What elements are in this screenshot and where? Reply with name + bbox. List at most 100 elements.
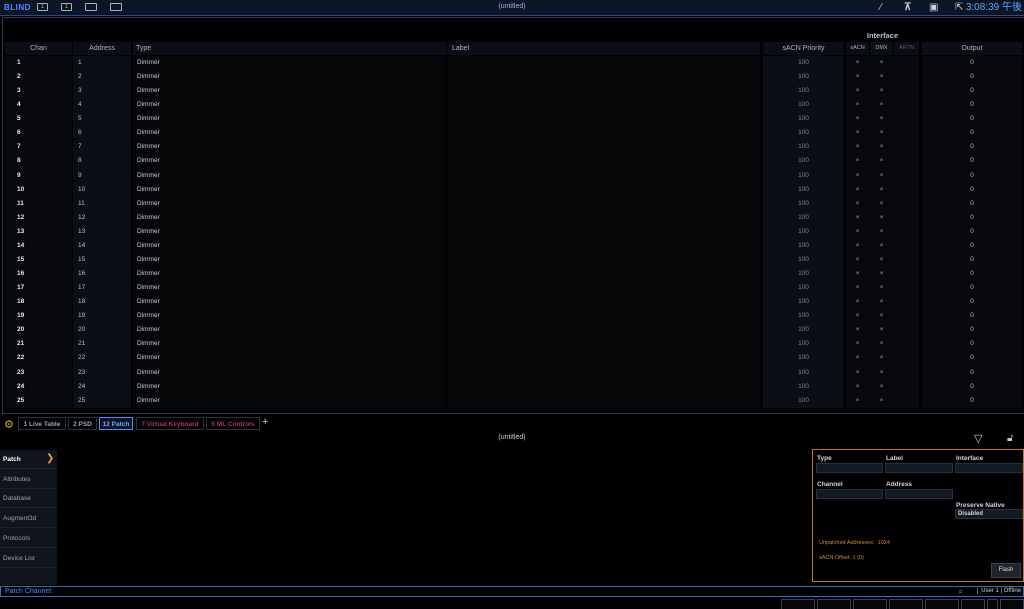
cell-address: 7 xyxy=(78,143,82,151)
cell-label xyxy=(451,98,751,111)
col-output[interactable]: Output xyxy=(922,42,1022,55)
tab-4[interactable]: 7 Virtual Keyboard xyxy=(136,417,204,430)
col-label-header[interactable]: Label xyxy=(447,42,760,55)
table-row[interactable]: 4 4 Dimmer 100 × × 0 xyxy=(0,98,1024,112)
cell-label xyxy=(451,281,751,294)
table-row[interactable]: 20 20 Dimmer 100 × × 0 xyxy=(0,323,1024,337)
table-row[interactable]: 14 14 Dimmer 100 × × 0 xyxy=(0,239,1024,253)
lock-icon[interactable]: 🔓︎ xyxy=(1007,433,1013,444)
table-row[interactable]: 5 5 Dimmer 100 × × 0 xyxy=(0,112,1024,126)
gear-icon[interactable]: ⚙ xyxy=(4,418,14,431)
cell-dmx: × xyxy=(879,227,884,235)
cell-chan: 21 xyxy=(17,340,25,348)
table-row[interactable]: 13 13 Dimmer 100 × × 0 xyxy=(0,225,1024,239)
type-field[interactable] xyxy=(816,463,883,473)
filter-icon[interactable]: ▽ xyxy=(974,432,982,445)
cell-chan: 9 xyxy=(17,171,21,179)
interface-field[interactable] xyxy=(955,463,1023,473)
col-artn[interactable]: ARTN xyxy=(894,42,919,55)
softkey-1[interactable] xyxy=(781,599,815,609)
table-row[interactable]: 18 18 Dimmer 100 × × 0 xyxy=(0,295,1024,309)
softkey-6[interactable] xyxy=(961,599,985,609)
sidebar-item-protocols[interactable]: Protocols xyxy=(0,529,57,548)
softkey-5[interactable] xyxy=(925,599,959,609)
command-line[interactable]: Patch Channel: ⌕ User 1 | Offline xyxy=(0,586,1024,597)
cell-chan: 23 xyxy=(17,368,25,376)
softkey-8[interactable] xyxy=(1000,599,1024,609)
table-row[interactable]: 17 17 Dimmer 100 × × 0 xyxy=(0,281,1024,295)
table-row[interactable]: 3 3 Dimmer 100 × × 0 xyxy=(0,84,1024,98)
cell-sacn: × xyxy=(855,143,860,151)
cell-chan: 15 xyxy=(17,255,25,263)
cell-dmx: × xyxy=(879,157,884,165)
cell-sacn: × xyxy=(855,227,860,235)
cell-sacn: × xyxy=(855,59,860,66)
col-sacn[interactable]: sACN xyxy=(846,42,869,55)
tab-3[interactable]: 12 Patch xyxy=(99,417,133,430)
search-icon[interactable]: ⌕ xyxy=(959,587,963,597)
cell-sacn: × xyxy=(855,354,860,362)
address-field[interactable] xyxy=(885,489,953,499)
cell-dmx: × xyxy=(879,171,884,179)
table-row[interactable]: 11 11 Dimmer 100 × × 0 xyxy=(0,197,1024,211)
cell-address: 6 xyxy=(78,129,82,137)
table-row[interactable]: 2 2 Dimmer 100 × × 0 xyxy=(0,70,1024,84)
sidebar-item-augment3d[interactable]: Augment3d xyxy=(0,509,57,529)
cell-type: Dimmer xyxy=(137,312,160,320)
tab-1[interactable]: 1 Live Table xyxy=(18,417,66,430)
col-address[interactable]: Address xyxy=(73,42,131,55)
table-row[interactable]: 25 25 Dimmer 100 × × 0 xyxy=(0,394,1024,408)
cell-label xyxy=(451,56,751,69)
camera-icon[interactable]: ▣ xyxy=(929,1,938,14)
cell-chan: 1 xyxy=(17,59,21,66)
table-row[interactable]: 24 24 Dimmer 100 × × 0 xyxy=(0,380,1024,394)
table-row[interactable]: 8 8 Dimmer 100 × × 0 xyxy=(0,154,1024,168)
cell-priority: 100 xyxy=(798,368,809,376)
table-row[interactable]: 19 19 Dimmer 100 × × 0 xyxy=(0,309,1024,323)
preserve-native-label: Preserve Native xyxy=(956,502,1005,509)
table-row[interactable]: 23 23 Dimmer 100 × × 0 xyxy=(0,366,1024,380)
channel-field[interactable] xyxy=(816,489,883,499)
softkey-4[interactable] xyxy=(889,599,923,609)
sidebar-item-database[interactable]: Database xyxy=(0,489,57,509)
stage-icon[interactable]: ⊼ xyxy=(904,1,911,14)
table-row[interactable]: 15 15 Dimmer 100 × × 0 xyxy=(0,253,1024,267)
cell-chan: 3 xyxy=(17,87,21,95)
table-row[interactable]: 22 22 Dimmer 100 × × 0 xyxy=(0,351,1024,365)
sidebar-item-device-list[interactable]: Device List xyxy=(0,549,57,568)
share-icon[interactable]: ⇱ xyxy=(955,1,963,14)
softkey-7[interactable] xyxy=(987,599,998,609)
table-row[interactable]: 21 21 Dimmer 100 × × 0 xyxy=(0,337,1024,351)
cell-dmx: × xyxy=(879,59,884,66)
sidebar-item-attributes[interactable]: Attributes xyxy=(0,470,57,489)
label-field[interactable] xyxy=(885,463,953,473)
tab-2[interactable]: 2 PSD xyxy=(68,417,97,430)
cell-dmx: × xyxy=(879,87,884,95)
softkey-3[interactable] xyxy=(853,599,887,609)
softkey-2[interactable] xyxy=(817,599,851,609)
cell-type: Dimmer xyxy=(137,143,160,151)
cell-address: 20 xyxy=(78,326,86,334)
table-row[interactable]: 7 7 Dimmer 100 × × 0 xyxy=(0,140,1024,154)
table-row[interactable]: 1 1 Dimmer 100 × × 0 xyxy=(0,56,1024,70)
preserve-native-field[interactable]: Disabled xyxy=(955,509,1023,519)
cell-priority: 100 xyxy=(798,87,809,95)
table-row[interactable]: 9 9 Dimmer 100 × × 0 xyxy=(0,169,1024,183)
table-row[interactable]: 12 12 Dimmer 100 × × 0 xyxy=(0,211,1024,225)
cell-label xyxy=(451,70,751,83)
col-sacn-priority[interactable]: sACN Priority xyxy=(763,42,844,55)
cell-chan: 25 xyxy=(17,396,25,404)
flash-button[interactable]: Flash xyxy=(991,563,1021,578)
col-chan[interactable]: Chan xyxy=(5,42,72,55)
cell-dmx: × xyxy=(879,143,884,151)
table-row[interactable]: 16 16 Dimmer 100 × × 0 xyxy=(0,267,1024,281)
add-tab-icon[interactable]: + xyxy=(262,416,268,428)
cell-label xyxy=(451,295,751,308)
col-type[interactable]: Type xyxy=(133,42,446,55)
edit-icon[interactable]: ∕ xyxy=(880,1,882,14)
cell-dmx: × xyxy=(879,270,884,278)
table-row[interactable]: 6 6 Dimmer 100 × × 0 xyxy=(0,126,1024,140)
tab-5[interactable]: 5 ML Controls xyxy=(206,417,260,430)
table-row[interactable]: 10 10 Dimmer 100 × × 0 xyxy=(0,183,1024,197)
col-dmx[interactable]: DMX xyxy=(870,42,893,55)
